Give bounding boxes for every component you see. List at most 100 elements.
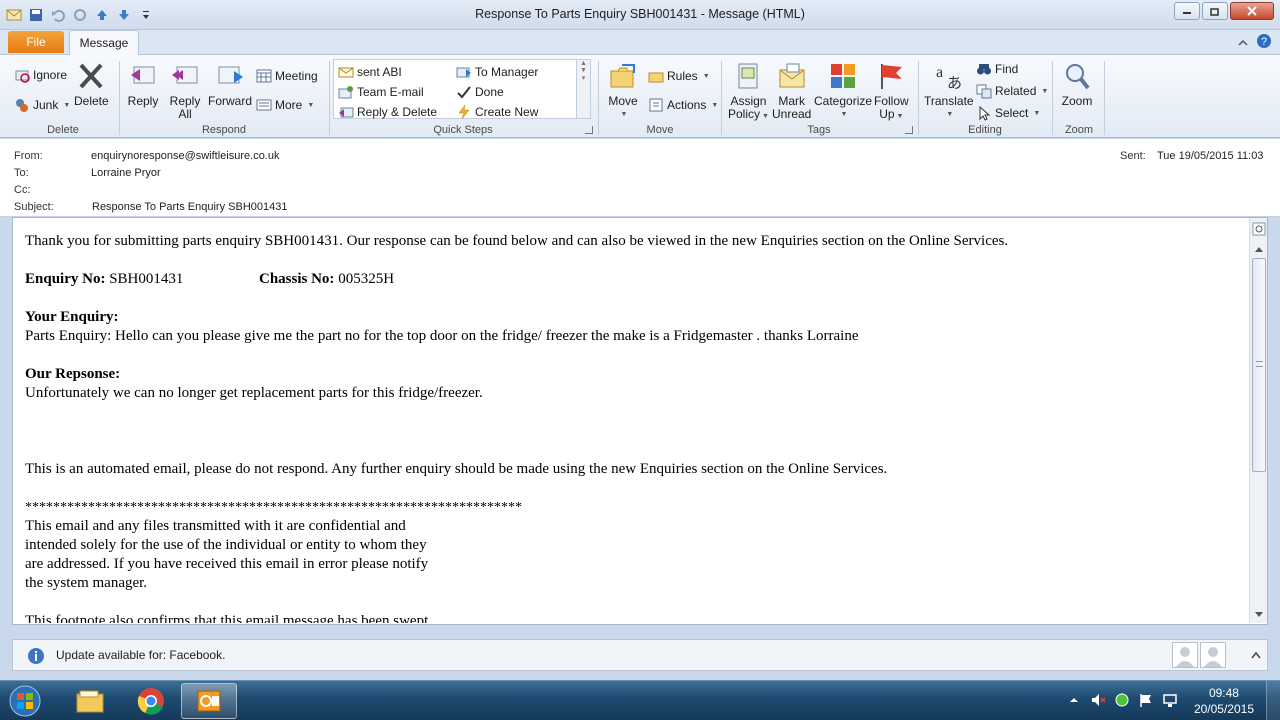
zoom-group-label: Zoom xyxy=(1064,124,1094,136)
junk-icon xyxy=(14,97,30,113)
subject-value: Response To Parts Enquiry SBH001431 xyxy=(92,201,288,213)
ignore-button[interactable]: Ignore xyxy=(14,65,67,85)
minimize-button[interactable] xyxy=(1174,2,1200,20)
forward-button[interactable]: Forward xyxy=(208,59,252,108)
disclaimer-line: This email and any files transmitted wit… xyxy=(25,518,406,534)
minimize-ribbon-icon[interactable] xyxy=(1238,36,1248,50)
ribbon-divider xyxy=(918,61,919,135)
volume-muted-icon[interactable] xyxy=(1090,692,1106,708)
restore-button[interactable] xyxy=(1202,2,1228,20)
taskbar-clock[interactable]: 09:48 20/05/2015 xyxy=(1194,685,1254,717)
infobar-text[interactable]: Update available for: Facebook. xyxy=(56,648,225,662)
junk-button[interactable]: Junk ▼ xyxy=(14,95,70,115)
respond-group-label: Respond xyxy=(201,124,247,136)
your-enquiry-heading: Your Enquiry: xyxy=(25,309,119,325)
to-label: To: xyxy=(14,167,29,179)
related-button[interactable]: Related ▼ xyxy=(976,81,1048,101)
tab-message[interactable]: Message xyxy=(69,30,139,55)
assign-policy-button[interactable]: Assign Policy ▼ xyxy=(728,59,769,123)
tab-file[interactable]: File xyxy=(8,31,64,53)
mark-unread-icon xyxy=(775,59,809,93)
next-item-icon[interactable] xyxy=(114,5,134,25)
zoom-button[interactable]: Zoom xyxy=(1060,59,1094,108)
flag-icon xyxy=(874,59,908,93)
network-icon[interactable] xyxy=(1162,692,1178,708)
move-folder-icon xyxy=(606,59,640,93)
automated-notice: This is an automated email, please do no… xyxy=(25,461,888,477)
reply-button[interactable]: Reply xyxy=(126,59,160,108)
help-icon[interactable]: ? xyxy=(1256,33,1272,52)
quick-access-toolbar xyxy=(4,5,156,25)
vertical-scrollbar[interactable] xyxy=(1249,218,1267,623)
follow-up-button[interactable]: Follow Up ▼ xyxy=(874,59,909,123)
reply-all-button[interactable]: Reply All xyxy=(168,59,202,121)
mark-unread-button[interactable]: Mark Unread xyxy=(772,59,811,121)
enquiry-no-value: SBH001431 xyxy=(109,271,184,287)
disclaimer-line: the system manager. xyxy=(25,575,148,591)
binoculars-icon xyxy=(976,61,992,77)
tags-group-label: Tags xyxy=(807,124,831,136)
taskbar-outlook[interactable] xyxy=(181,683,237,719)
categorize-button[interactable]: Categorize ▼ xyxy=(814,59,872,121)
message-body: Thank you for submitting parts enquiry S… xyxy=(13,218,1249,623)
redo-icon[interactable] xyxy=(70,5,90,25)
svg-text:a: a xyxy=(936,64,943,81)
undo-icon[interactable] xyxy=(48,5,68,25)
scroll-thumb[interactable] xyxy=(1252,258,1266,472)
disclaimer-line: intended solely for the use of the indiv… xyxy=(25,537,427,553)
actions-button[interactable]: Actions ▼ xyxy=(648,95,718,115)
ribbon-divider xyxy=(598,61,599,135)
scroll-up-arrow[interactable] xyxy=(1252,242,1266,256)
scroll-options-icon[interactable] xyxy=(1252,222,1266,236)
title-bar: Response To Parts Enquiry SBH001431 - Me… xyxy=(0,0,1280,30)
meeting-button[interactable]: Meeting xyxy=(256,66,318,86)
svg-text:あ: あ xyxy=(947,74,962,91)
taskbar-chrome[interactable] xyxy=(123,683,179,719)
delete-button[interactable]: Delete xyxy=(74,59,109,108)
start-button[interactable] xyxy=(6,683,44,719)
show-desktop-button[interactable] xyxy=(1266,681,1280,720)
magnifier-icon xyxy=(1060,59,1094,93)
editing-group: aあ Translate ▼ Find Related ▼ Select ▼ Edi… xyxy=(920,57,1050,137)
select-button[interactable]: Select ▼ xyxy=(976,103,1040,123)
window-title: Response To Parts Enquiry SBH001431 - Me… xyxy=(475,7,805,21)
quick-steps-group: Quick Steps xyxy=(330,57,596,137)
translate-button[interactable]: aあ Translate ▼ xyxy=(924,59,974,121)
taskbar-explorer[interactable] xyxy=(62,683,118,719)
customize-qat-icon[interactable] xyxy=(136,5,156,25)
close-button[interactable] xyxy=(1230,2,1274,20)
contact-avatar[interactable] xyxy=(1200,642,1226,668)
tags-launcher[interactable] xyxy=(905,126,913,134)
disclaimer-line: are addressed. If you have received this… xyxy=(25,556,429,572)
status-green-icon[interactable] xyxy=(1114,692,1130,708)
move-group-label: Move xyxy=(646,124,674,136)
to-value[interactable]: Lorraine Pryor xyxy=(91,167,161,179)
delete-group-label: Delete xyxy=(47,124,79,136)
translate-icon: aあ xyxy=(932,59,966,93)
save-icon[interactable] xyxy=(26,5,46,25)
quick-steps-launcher[interactable] xyxy=(585,126,593,134)
rules-button[interactable]: Rules ▼ xyxy=(648,66,710,86)
subject-label: Subject: xyxy=(14,201,54,213)
folder-icon xyxy=(76,690,104,713)
more-respond-icon xyxy=(256,97,272,113)
move-button[interactable]: Move ▼ xyxy=(606,59,640,121)
editing-group-label: Editing xyxy=(968,124,1002,136)
from-value[interactable]: enquirynoresponse@swiftleisure.co.uk xyxy=(91,150,279,162)
chassis-line: Chassis No: 005325H xyxy=(259,270,394,289)
action-center-flag-icon[interactable] xyxy=(1138,692,1154,708)
ribbon-tab-row xyxy=(0,30,1280,54)
from-label: From: xyxy=(14,150,43,162)
outlook-app-icon[interactable] xyxy=(4,5,24,25)
intro-text: Thank you for submitting parts enquiry S… xyxy=(25,233,1009,249)
message-header: From: enquirynoresponse@swiftleisure.co.… xyxy=(0,139,1280,217)
tray-expand-icon[interactable] xyxy=(1068,694,1080,706)
scroll-down-arrow[interactable] xyxy=(1252,608,1266,622)
forward-icon xyxy=(213,59,247,93)
contact-avatar[interactable] xyxy=(1172,642,1198,668)
more-respond-button[interactable]: More ▼ xyxy=(256,95,314,115)
previous-item-icon[interactable] xyxy=(92,5,112,25)
expand-people-pane-icon[interactable] xyxy=(1249,648,1263,662)
respond-group: Reply Reply All Forward Meeting More ▼ Re… xyxy=(120,57,328,137)
find-button[interactable]: Find xyxy=(976,59,1018,79)
